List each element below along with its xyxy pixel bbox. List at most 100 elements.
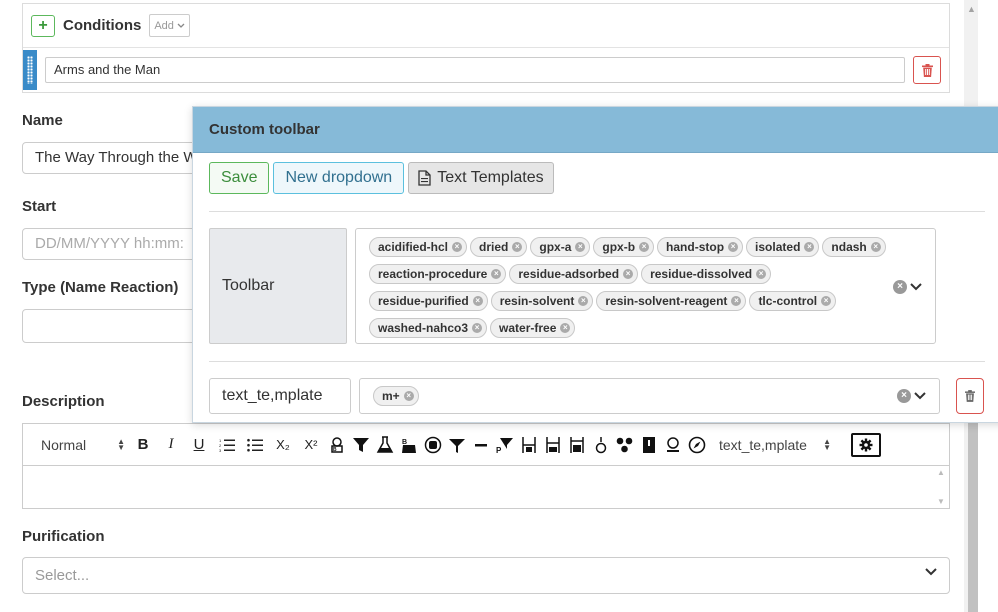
new-dropdown-button[interactable]: New dropdown	[273, 162, 405, 194]
tag-label: washed-nahco3	[378, 321, 469, 335]
bold-button[interactable]: B	[129, 431, 157, 459]
remove-tag-icon[interactable]: ×	[804, 242, 815, 252]
custom-toolbar-settings-button[interactable]	[851, 432, 881, 457]
name-label: Name	[22, 112, 63, 129]
drag-handle-icon[interactable]	[23, 50, 37, 90]
tag-chip: resin-solvent-reagent ×	[596, 291, 747, 311]
tag-chip: ndash ×	[822, 237, 886, 257]
superscript-button[interactable]: X²	[297, 431, 325, 459]
filter-paper-button[interactable]: P	[493, 431, 517, 459]
condition-input[interactable]: Arms and the Man	[45, 57, 905, 83]
svg-text:B: B	[402, 439, 407, 446]
column-third-icon	[570, 436, 584, 453]
tag-label: tlc-control	[758, 294, 818, 308]
add-dropdown-label: Add	[154, 19, 174, 32]
column-button[interactable]	[517, 431, 541, 459]
burner-icon	[595, 436, 607, 453]
remove-tag-icon[interactable]: ×	[472, 323, 483, 333]
delete-template-button[interactable]	[956, 378, 984, 414]
remove-tag-icon[interactable]: ×	[821, 296, 832, 306]
format-select[interactable]: Normal ▲ ▼	[33, 437, 129, 453]
editor-scrollbar[interactable]: ▲ ▼	[935, 468, 947, 506]
modal-button-row: Save New dropdown Text Templates	[209, 162, 554, 194]
remove-tag-icon[interactable]: ×	[560, 323, 571, 333]
remove-tag-icon[interactable]: ×	[491, 269, 502, 279]
clear-all-icon[interactable]: ×	[893, 280, 907, 294]
template-tags-select[interactable]: m+ × ×	[359, 378, 940, 414]
clear-all-icon[interactable]: ×	[897, 389, 911, 403]
purification-select[interactable]: Select...	[22, 557, 950, 594]
dash-button[interactable]	[469, 431, 493, 459]
add-dropdown[interactable]: Add	[149, 14, 190, 37]
funnel-alt-button[interactable]	[445, 431, 469, 459]
italic-button[interactable]: I	[157, 431, 185, 459]
template-select-controls: ×	[897, 389, 926, 403]
page-scrollbar-thumb[interactable]	[968, 420, 978, 612]
column-third-button[interactable]	[565, 431, 589, 459]
tag-chip: reaction-procedure ×	[369, 264, 507, 284]
tag-chip: gpx-b ×	[593, 237, 655, 257]
tag-label: ndash	[831, 240, 867, 254]
updown-icon: ▲ ▼	[117, 436, 125, 452]
toolbar-tags-select[interactable]: acidified-hcl × dried × gpx-a × gpx-b × hand-sto…	[355, 228, 936, 344]
bullet-list-button[interactable]	[241, 431, 269, 459]
remove-tag-icon[interactable]: ×	[756, 269, 767, 279]
tag-chip: tlc-control ×	[749, 291, 837, 311]
column-icon	[522, 436, 536, 453]
remove-tag-icon[interactable]: ×	[623, 269, 634, 279]
ordered-list-button[interactable]: 123	[213, 431, 241, 459]
reagent-button[interactable]: B	[325, 431, 349, 459]
chevron-down-icon[interactable]	[914, 392, 926, 400]
conditions-header: + Conditions Add	[23, 4, 949, 48]
column-alt-button[interactable]	[541, 431, 565, 459]
underline-button[interactable]: U	[185, 431, 213, 459]
molecule-button[interactable]	[613, 431, 637, 459]
remove-tag-icon[interactable]: ×	[403, 391, 414, 401]
pellet-button[interactable]	[661, 431, 685, 459]
solid-button[interactable]	[421, 431, 445, 459]
flask-alt-button[interactable]: B	[397, 431, 421, 459]
remove-tag-icon[interactable]: ×	[870, 242, 881, 252]
remove-tag-icon[interactable]: ×	[512, 242, 523, 252]
dash-icon	[475, 443, 487, 446]
remove-tag-icon[interactable]: ×	[452, 242, 463, 252]
custom-toolbar-modal: Custom toolbar Save New dropdown Text Te…	[192, 106, 998, 423]
notebook-icon	[643, 436, 655, 453]
tag-label: water-free	[499, 321, 557, 335]
tag-chip: water-free ×	[490, 318, 576, 338]
compass-button[interactable]	[685, 431, 709, 459]
ordered-list-icon: 123	[219, 438, 235, 452]
template-select-value: text_te,mplate	[719, 436, 807, 453]
notebook-button[interactable]	[637, 431, 661, 459]
divider	[209, 361, 985, 362]
text-templates-button[interactable]: Text Templates	[408, 162, 554, 194]
template-select[interactable]: text_te,mplate ▲ ▼	[709, 437, 839, 453]
funnel-button[interactable]	[349, 431, 373, 459]
flask-button[interactable]	[373, 431, 397, 459]
tag-label: gpx-b	[602, 240, 636, 254]
subscript-button[interactable]: X₂	[269, 431, 297, 459]
save-button[interactable]: Save	[209, 162, 270, 194]
tag-chip: isolated ×	[746, 237, 820, 257]
chevron-down-icon[interactable]	[910, 283, 922, 291]
tag-chip: m+ ×	[373, 386, 419, 406]
remove-tag-icon[interactable]: ×	[731, 296, 742, 306]
tag-label: residue-adsorbed	[518, 267, 620, 281]
remove-tag-icon[interactable]: ×	[639, 242, 650, 252]
editor-content[interactable]: ▲ ▼	[23, 466, 949, 508]
remove-tag-icon[interactable]: ×	[578, 296, 589, 306]
molecule-icon	[616, 437, 633, 452]
delete-condition-button[interactable]	[913, 56, 941, 84]
remove-tag-icon[interactable]: ×	[728, 242, 739, 252]
burner-button[interactable]	[589, 431, 613, 459]
remove-tag-icon[interactable]: ×	[472, 296, 483, 306]
scroll-up-arrow-icon[interactable]: ▲	[967, 4, 976, 14]
tag-label: reaction-procedure	[378, 267, 488, 281]
svg-text:B: B	[333, 447, 337, 453]
template-tag-list: m+ ×	[373, 386, 893, 406]
toolbar-tag-list: acidified-hcl × dried × gpx-a × gpx-b × hand-sto…	[369, 237, 889, 338]
add-condition-button[interactable]: +	[31, 14, 55, 37]
template-name-input[interactable]: text_te,mplate	[209, 378, 351, 414]
remove-tag-icon[interactable]: ×	[575, 242, 586, 252]
chevron-down-icon	[177, 23, 185, 28]
